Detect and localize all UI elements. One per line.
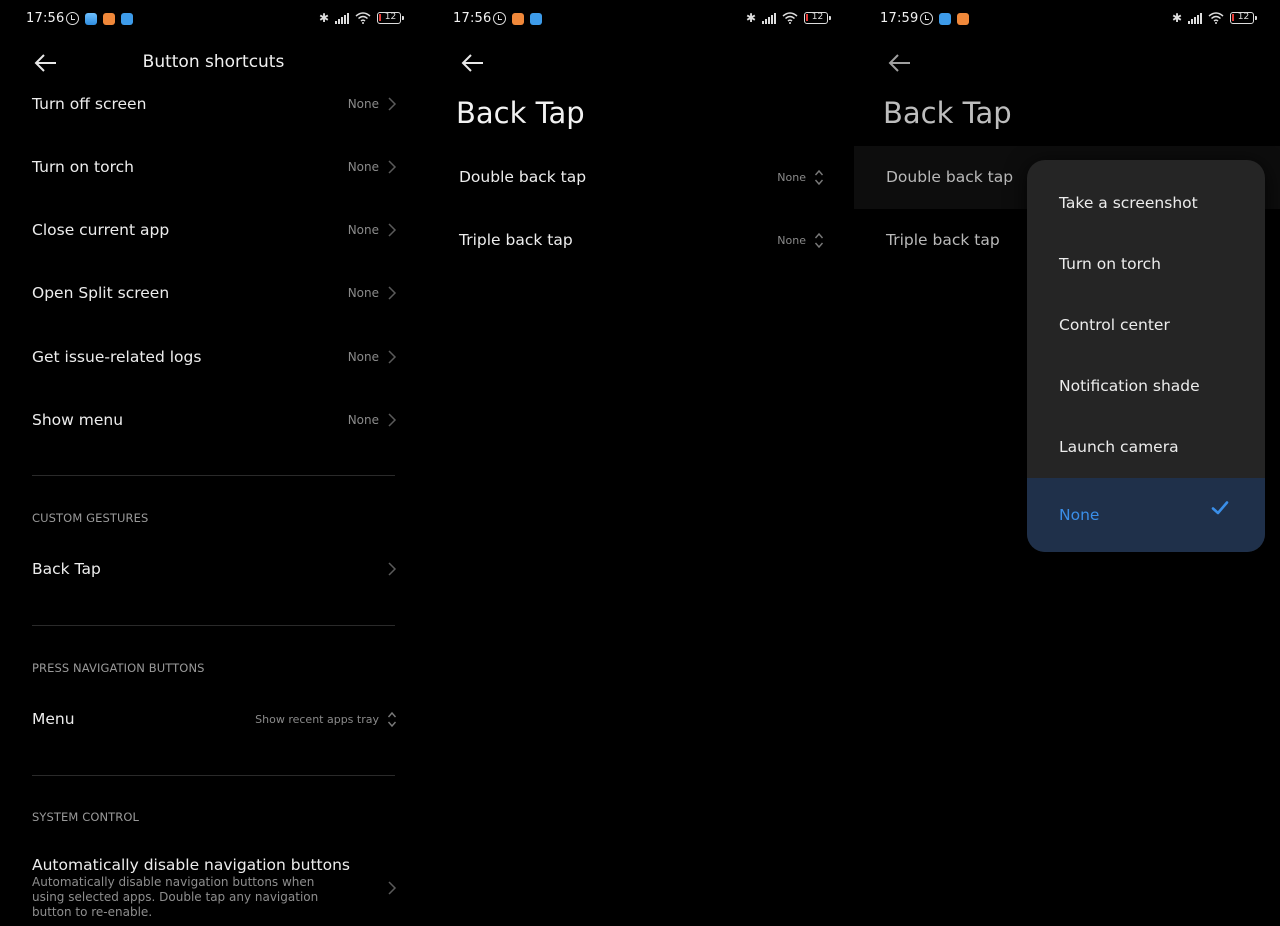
row-value: Show recent apps tray	[255, 712, 379, 726]
row-title: Automatically disable navigation buttons	[32, 856, 350, 874]
section-header-custom-gestures: CUSTOM GESTURES	[32, 511, 149, 525]
battery-icon: 12	[1230, 12, 1257, 24]
up-down-chevron-icon	[387, 711, 397, 727]
shortcut-row-show-menu[interactable]: Show menu None	[32, 408, 397, 432]
row-subtitle: Automatically disable navigation buttons…	[32, 875, 319, 919]
telegram-app-icon	[939, 12, 951, 25]
row-value: None	[777, 233, 806, 247]
row-label: Open Split screen	[32, 284, 170, 302]
chevron-right-icon	[388, 223, 397, 237]
option-take-screenshot[interactable]: Take a screenshot	[1027, 172, 1265, 233]
wifi-icon	[782, 12, 798, 24]
double-back-tap-row[interactable]: Double back tap None	[459, 165, 824, 189]
status-time: 17:59	[880, 11, 919, 26]
wifi-icon	[1208, 12, 1224, 24]
option-label: None	[1059, 506, 1100, 524]
status-bar: 17:56 ✱ 12	[0, 0, 427, 38]
page-title: Back Tap	[883, 96, 1012, 130]
telegram-app-icon	[121, 12, 133, 25]
option-notification-shade[interactable]: Notification shade	[1027, 355, 1265, 416]
section-header-system-control: SYSTEM CONTROL	[32, 810, 140, 824]
chevron-right-icon	[388, 413, 397, 427]
section-header-press-navigation: PRESS NAVIGATION BUTTONS	[32, 661, 205, 675]
menu-button-row[interactable]: Menu Show recent apps tray	[32, 707, 397, 731]
bluetooth-icon: ✱	[318, 11, 329, 25]
status-time: 17:56	[26, 11, 65, 26]
button-shortcuts-screen: 17:56 ✱ 12 Button shortcuts Turn off scr…	[0, 0, 427, 926]
row-value: None	[347, 286, 379, 300]
row-label: Turn off screen	[32, 95, 147, 113]
option-turn-on-torch[interactable]: Turn on torch	[1027, 233, 1265, 294]
back-tap-row[interactable]: Back Tap	[32, 557, 397, 581]
row-value: None	[347, 413, 379, 427]
page-title: Back Tap	[456, 96, 585, 130]
shortcut-row-get-issue-logs[interactable]: Get issue-related logs None	[32, 345, 397, 369]
row-label: Turn on torch	[32, 158, 134, 176]
chevron-right-icon	[388, 286, 397, 300]
weather-app-icon	[85, 12, 97, 25]
bluetooth-icon: ✱	[745, 11, 756, 25]
status-bar: 17:56 ✱ 12	[427, 0, 854, 38]
row-label: Close current app	[32, 221, 170, 239]
orange-app-icon	[103, 12, 115, 25]
alarm-icon	[920, 12, 933, 25]
battery-icon: 12	[377, 12, 404, 24]
up-down-chevron-icon	[814, 232, 824, 248]
shortcut-row-turn-off-screen[interactable]: Turn off screen None	[32, 92, 397, 116]
back-tap-popup-screen: 17:59 ✱ 12 Back Tap Double back tap Trip…	[854, 0, 1280, 926]
shortcut-row-close-current-app[interactable]: Close current app None	[32, 218, 397, 242]
shortcut-row-open-split-screen[interactable]: Open Split screen None	[32, 281, 397, 305]
chevron-right-icon	[388, 97, 397, 111]
row-label: Back Tap	[32, 560, 101, 578]
chevron-right-icon	[388, 160, 397, 174]
alarm-icon	[66, 12, 79, 25]
chevron-right-icon	[388, 881, 397, 895]
row-label: Show menu	[32, 411, 124, 429]
checkmark-icon	[1211, 501, 1229, 515]
status-bar: 17:59 ✱ 12	[854, 0, 1280, 38]
back-arrow-icon[interactable]	[886, 50, 914, 76]
bluetooth-icon: ✱	[1171, 11, 1182, 25]
telegram-app-icon	[530, 12, 542, 25]
up-down-chevron-icon	[814, 169, 824, 185]
back-tap-screen: 17:56 ✱ 12 Back Tap Double back tap None…	[427, 0, 854, 926]
orange-app-icon	[512, 12, 524, 25]
signal-icon	[1188, 12, 1202, 24]
row-value: None	[347, 160, 379, 174]
row-label: Get issue-related logs	[32, 348, 202, 366]
chevron-right-icon	[388, 350, 397, 364]
option-control-center[interactable]: Control center	[1027, 294, 1265, 355]
option-none-selected[interactable]: None	[1027, 478, 1265, 552]
row-label: Double back tap	[459, 168, 587, 186]
signal-icon	[762, 12, 776, 24]
shortcut-row-turn-on-torch[interactable]: Turn on torch None	[32, 155, 397, 179]
orange-app-icon	[957, 12, 969, 25]
row-value: None	[347, 97, 379, 111]
back-arrow-icon[interactable]	[459, 50, 487, 76]
row-value: None	[777, 170, 806, 184]
status-time: 17:56	[453, 11, 492, 26]
signal-icon	[335, 12, 349, 24]
wifi-icon	[355, 12, 371, 24]
battery-icon: 12	[804, 12, 831, 24]
row-label: Menu	[32, 710, 75, 728]
alarm-icon	[493, 12, 506, 25]
option-launch-camera[interactable]: Launch camera	[1027, 416, 1265, 477]
triple-back-tap-row[interactable]: Triple back tap None	[459, 228, 824, 252]
divider	[32, 775, 395, 776]
row-value: None	[347, 223, 379, 237]
auto-disable-nav-buttons-row[interactable]: Automatically disable navigation buttons…	[32, 856, 397, 920]
row-label: Triple back tap	[459, 231, 573, 249]
chevron-right-icon	[388, 562, 397, 576]
action-picker-popup: Take a screenshot Turn on torch Control …	[1027, 160, 1265, 552]
divider	[32, 625, 395, 626]
page-title: Button shortcuts	[142, 52, 285, 72]
row-value: None	[347, 350, 379, 364]
divider	[32, 475, 395, 476]
